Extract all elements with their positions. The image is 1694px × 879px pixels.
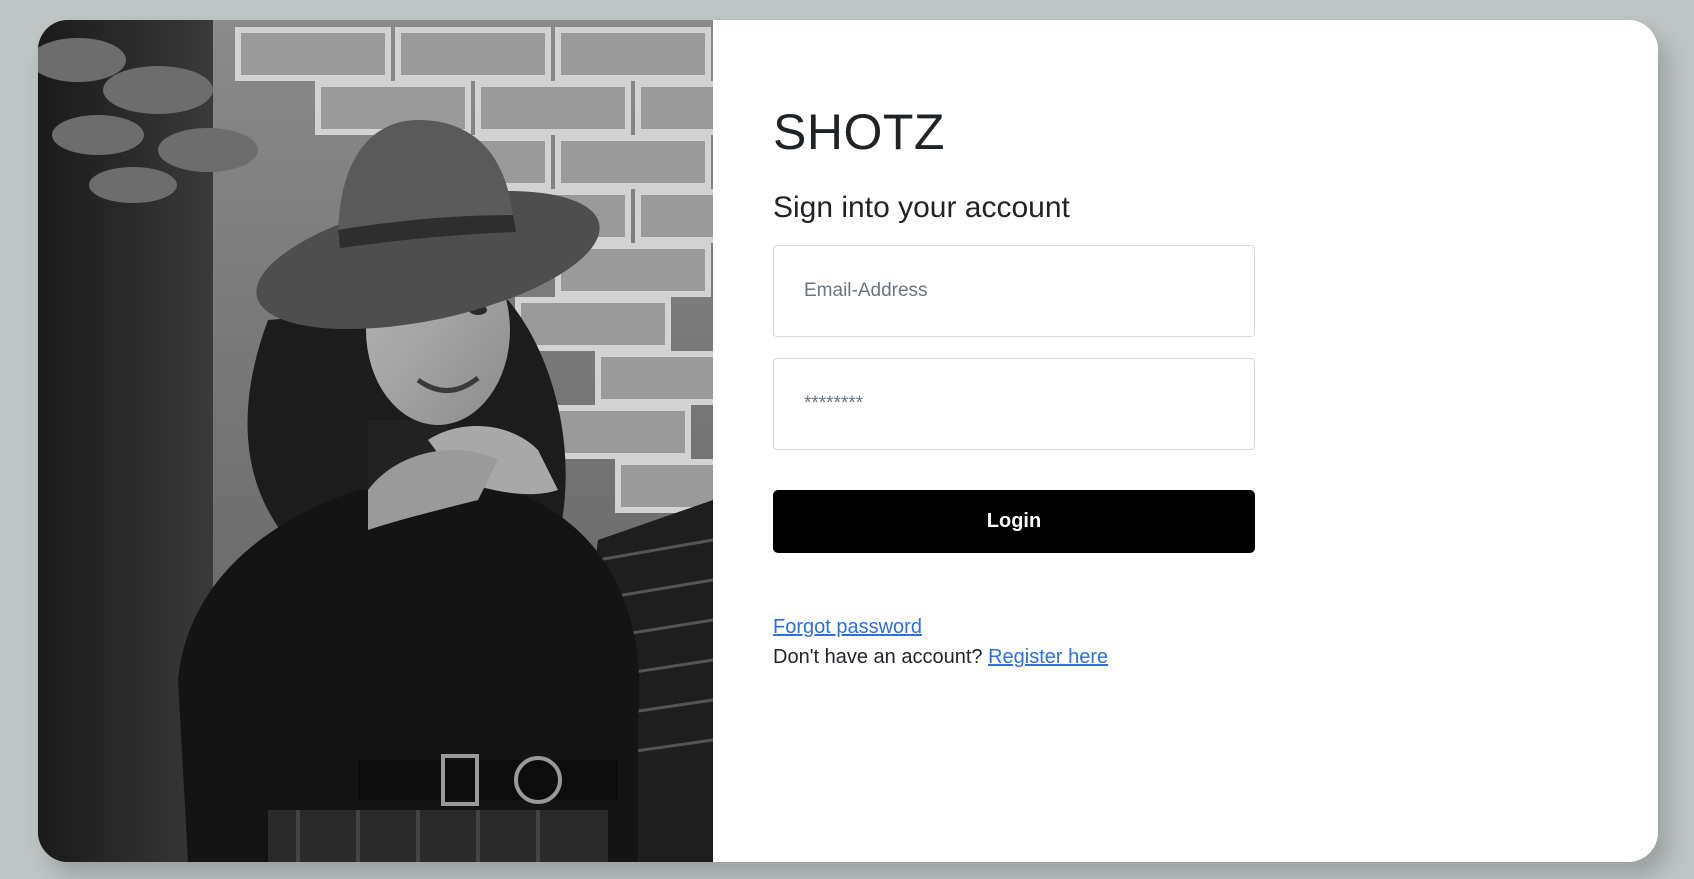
login-card: SHOTZ Sign into your account Login Forgo… <box>38 20 1658 862</box>
page-title: Sign into your account <box>773 191 1070 224</box>
brand-logo-text: SHOTZ <box>773 104 945 160</box>
register-link[interactable]: Register here <box>988 646 1108 668</box>
forgot-password-link[interactable]: Forgot password <box>773 616 922 639</box>
register-prompt-text: Don't have an account? <box>773 646 983 668</box>
password-field[interactable] <box>773 358 1255 450</box>
register-prompt: Don't have an account? Register here <box>773 646 1108 669</box>
login-form-panel: SHOTZ Sign into your account Login Forgo… <box>713 20 1658 862</box>
login-button[interactable]: Login <box>773 490 1255 553</box>
woman-in-hat-photo <box>38 20 713 862</box>
email-field[interactable] <box>773 245 1255 337</box>
hero-photo <box>38 20 713 862</box>
